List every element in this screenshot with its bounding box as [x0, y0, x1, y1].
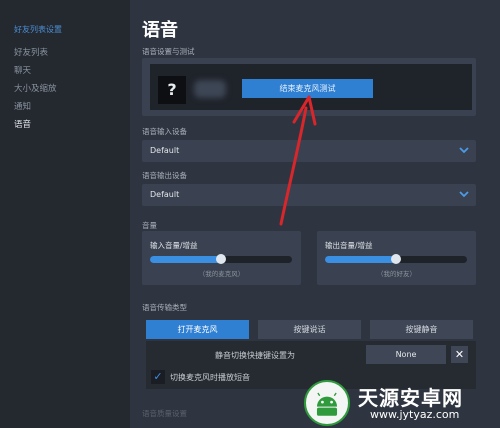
sidebar-item-chat[interactable]: 聊天	[14, 64, 31, 76]
end-mic-test-button[interactable]: 结束麦克风测试	[242, 79, 373, 98]
sidebar-header: 好友列表设置	[14, 25, 62, 34]
play-sound-checkbox[interactable]: ✓	[151, 370, 165, 384]
page-title: 语音	[142, 20, 178, 41]
watermark: 天源安卓网 www.jytyaz.com	[300, 378, 500, 428]
output-device-label: 语音输出设备	[142, 171, 187, 180]
push-to-talk-button[interactable]: 按键说话	[258, 320, 361, 339]
push-to-mute-button[interactable]: 按键静音	[370, 320, 473, 339]
watermark-name: 天源安卓网	[358, 386, 463, 410]
close-icon[interactable]: ✕	[451, 346, 468, 363]
voice-quality-section-label: 语音质量设置	[142, 409, 187, 418]
input-volume-label: 输入音量/增益	[150, 241, 198, 250]
sidebar: 好友列表设置 好友列表 聊天 大小及缩放 通知 语音	[0, 0, 130, 428]
mute-hotkey-label: 静音切换快捷键设置为	[215, 351, 295, 360]
blurred-username	[194, 80, 226, 98]
output-volume-panel: 输出音量/增益 （我的好友）	[317, 231, 476, 285]
hotkey-value-button[interactable]: None	[366, 345, 446, 364]
input-volume-panel: 输入音量/增益 （我的麦克风）	[142, 231, 301, 285]
output-device-value: Default	[150, 190, 180, 199]
input-device-label: 语音输入设备	[142, 127, 187, 136]
input-volume-thumb[interactable]	[216, 254, 226, 264]
android-icon	[316, 392, 338, 416]
output-volume-fill	[325, 256, 396, 263]
watermark-logo	[304, 380, 350, 426]
sidebar-item-notifications[interactable]: 通知	[14, 100, 31, 112]
sidebar-item-voice[interactable]: 语音	[14, 118, 31, 130]
input-volume-slider[interactable]	[150, 254, 292, 264]
chevron-down-icon	[459, 147, 469, 154]
input-device-value: Default	[150, 146, 180, 155]
input-volume-caption: （我的麦克风）	[198, 270, 245, 278]
chevron-down-icon	[459, 191, 469, 198]
output-volume-slider[interactable]	[325, 254, 467, 264]
open-mic-button[interactable]: 打开麦克风	[146, 320, 249, 339]
voice-test-section-label: 语音设置与测试	[142, 47, 195, 56]
watermark-url: www.jytyaz.com	[370, 408, 460, 421]
output-device-select[interactable]: Default	[142, 184, 476, 206]
output-volume-thumb[interactable]	[391, 254, 401, 264]
volume-section-label: 音量	[142, 221, 157, 230]
avatar: ?	[158, 76, 186, 104]
play-sound-label: 切换麦克风时播放短音	[170, 373, 250, 382]
output-volume-label: 输出音量/增益	[325, 241, 373, 250]
sidebar-item-size-scaling[interactable]: 大小及缩放	[14, 82, 57, 94]
transmission-section-label: 语音传输类型	[142, 303, 187, 312]
input-volume-fill	[150, 256, 221, 263]
output-volume-caption: （我的好友）	[377, 270, 416, 278]
input-device-select[interactable]: Default	[142, 140, 476, 162]
sidebar-item-friends-list[interactable]: 好友列表	[14, 46, 48, 58]
